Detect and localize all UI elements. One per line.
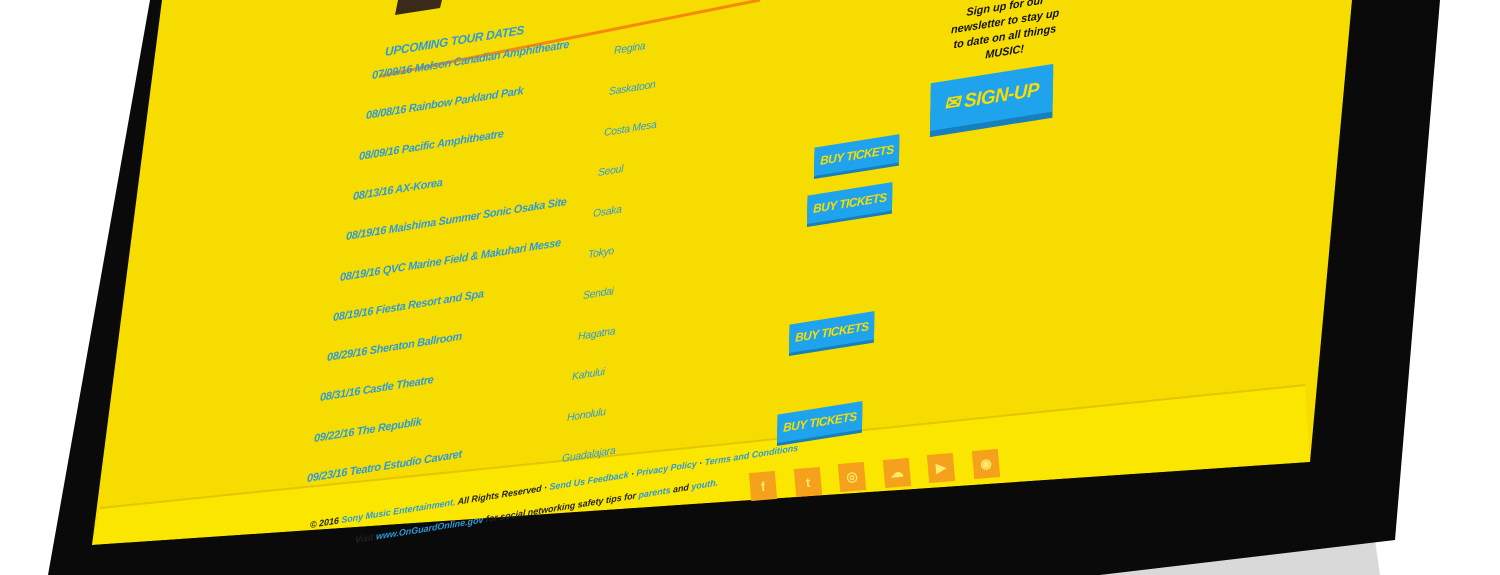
signup-label: SIGN-UP bbox=[964, 79, 1040, 113]
instagram-icon[interactable]: ◎ bbox=[837, 461, 867, 493]
facebook-icon[interactable]: f bbox=[748, 470, 778, 502]
soundcloud-icon[interactable]: ☁ bbox=[882, 457, 911, 488]
youtube-icon[interactable]: ▶ bbox=[926, 452, 956, 484]
twitter-icon[interactable]: t bbox=[793, 466, 822, 497]
spotify-icon[interactable]: ◉ bbox=[971, 448, 1000, 479]
envelope-icon: ✉ bbox=[944, 91, 960, 116]
